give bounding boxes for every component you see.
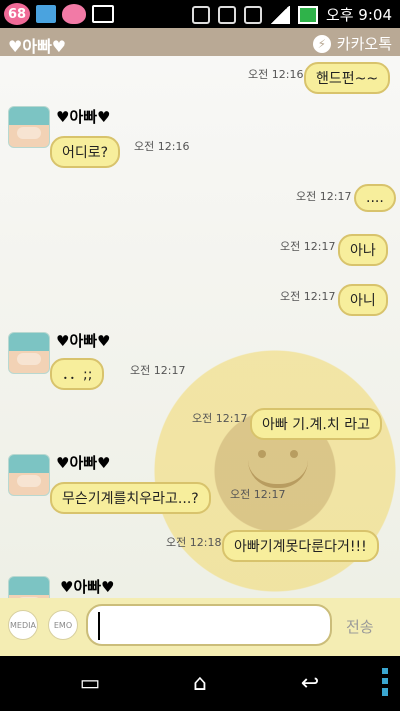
home-icon[interactable]: ⌂ <box>180 670 220 696</box>
avatar[interactable] <box>8 106 50 148</box>
navigation-bar: ▭ ⌂ ↩ <box>0 656 400 711</box>
sender-name: ♥아빠♥ <box>56 108 111 126</box>
status-time: 오후 9:04 <box>325 6 392 24</box>
my-message-bubble[interactable]: 아빠기계못다룬다거!!! <box>222 530 379 562</box>
message-time: 오전 12:16 <box>134 140 190 153</box>
sender-name: ♥아빠♥ <box>56 332 111 350</box>
message-time: 오전 12:17 <box>280 240 336 253</box>
other-message-bubble[interactable]: ．．;; <box>50 358 105 390</box>
message-time: 오전 12:17 <box>280 290 336 303</box>
recent-apps-icon[interactable]: ▭ <box>70 670 110 696</box>
message-time: 오전 12:17 <box>192 412 248 425</box>
chat-title: ♥아빠♥ <box>8 37 67 56</box>
menu-icon[interactable] <box>382 668 388 696</box>
input-bar: MEDIA EMO 전송 <box>0 598 400 656</box>
message-time: 오전 12:17 <box>296 190 352 203</box>
my-message-bubble[interactable]: 핸드펀~~ <box>304 62 391 94</box>
status-right: 오후 9:04 <box>191 4 392 25</box>
my-message-bubble[interactable]: 아니 <box>338 284 388 316</box>
back-icon[interactable]: ↩ <box>290 670 330 696</box>
status-bar: 68 오후 9:04 <box>0 0 400 28</box>
paw-icon <box>62 4 86 24</box>
message-time: 오전 12:17 <box>230 488 286 501</box>
avatar[interactable] <box>8 332 50 374</box>
avatar[interactable] <box>8 454 50 496</box>
message-time: 오전 12:18 <box>166 536 222 549</box>
message-time: 오전 12:17 <box>130 364 186 377</box>
my-message-bubble[interactable]: 아빠 기.계.치 라고 <box>250 408 382 440</box>
image-icon <box>92 5 114 23</box>
other-message-bubble[interactable]: 무슨기계를치우라고...? <box>50 482 211 514</box>
other-message-bubble[interactable]: 어디로? <box>50 136 121 168</box>
grid-icon <box>36 5 56 23</box>
background-eye-left <box>258 450 266 458</box>
background-eye-right <box>290 450 298 458</box>
message-time: 오전 12:16 <box>248 68 304 81</box>
sender-name: ♥아빠♥ <box>60 578 115 596</box>
my-message-bubble[interactable]: 아나 <box>338 234 388 266</box>
sender-name: ♥아빠♥ <box>56 454 111 472</box>
send-button[interactable]: 전송 <box>346 616 374 637</box>
kakaotalk-icon: ⚡ <box>312 34 331 53</box>
brand-text: 카카오톡 <box>336 35 392 53</box>
status-left: 68 <box>4 3 114 25</box>
notification-badge: 68 <box>4 3 30 25</box>
emo-button[interactable]: EMO <box>48 610 78 640</box>
battery-icon <box>297 5 318 24</box>
my-message-bubble[interactable]: .... <box>354 184 396 212</box>
brand-label: ⚡ 카카오톡 <box>312 33 392 54</box>
avatar[interactable] <box>8 576 50 598</box>
wifi-icon <box>243 5 262 24</box>
chat-area[interactable]: 오전 12:16 핸드펀~~ ♥아빠♥ 어디로? 오전 12:16 오전 12:… <box>0 56 400 598</box>
media-button[interactable]: MEDIA <box>8 610 38 640</box>
signal-icon <box>269 5 290 24</box>
message-input[interactable] <box>86 604 332 646</box>
vibrate-icon <box>191 5 210 24</box>
alarm-icon <box>217 5 236 24</box>
chat-header: ♥아빠♥ ⚡ 카카오톡 <box>0 28 400 56</box>
